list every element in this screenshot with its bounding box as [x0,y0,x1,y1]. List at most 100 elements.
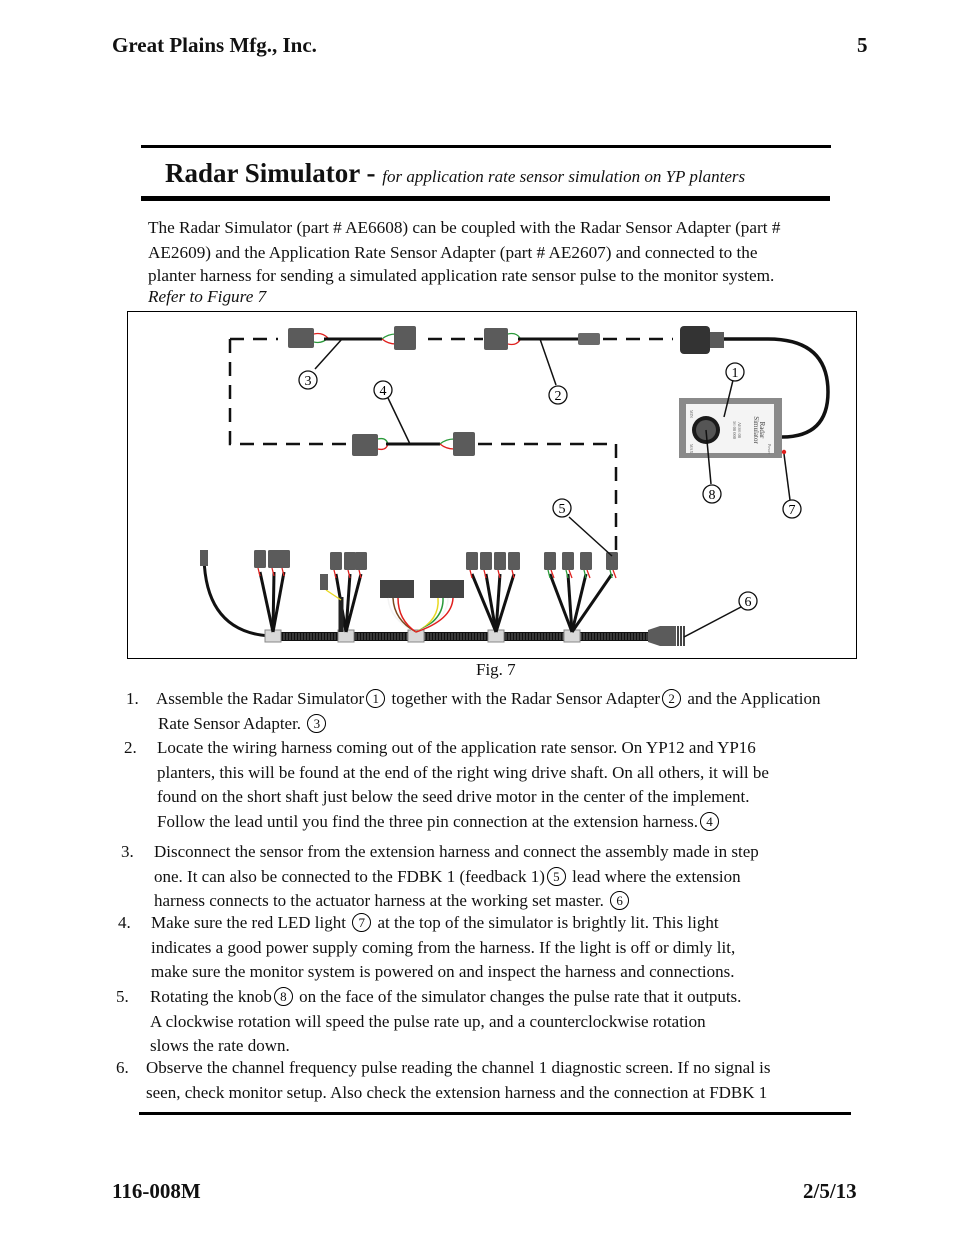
leader-line [539,338,557,386]
block-connector [430,580,464,598]
dashed-line [228,339,348,446]
svg-text:6: 6 [745,595,752,610]
connector [352,434,378,456]
svg-text:7: 7 [789,503,796,518]
section-title-main: Radar Simulator - [165,158,383,188]
step-item: 5. Rotating the knob 8 on the face of the … [116,985,741,1059]
callout-ref-6: 6 [610,891,630,910]
power-label: Power [767,444,772,455]
device-label: Radar [758,422,766,439]
connector [580,552,592,570]
svg-text:5: 5 [559,502,566,517]
step-number: 3. [121,842,134,861]
connector [278,550,290,568]
callout-ref-7: 7 [352,913,372,932]
callout-8: 8 [702,484,722,504]
block-connector [380,580,414,598]
connector [344,552,356,570]
connector [320,574,328,590]
step-text: Rotating the knob 8 on the face of the si… [150,985,741,1059]
step-text: Locate the wiring harness coming out of … [157,736,769,834]
callout-ref-1: 1 [366,689,386,708]
intro-line: AE2609) and the Application Rate Sensor … [148,242,758,262]
connector [494,552,506,570]
title-rule-top [141,145,831,148]
max-label: MAX [689,444,694,453]
connector [544,552,556,570]
loop-cable [202,557,271,638]
step-line: Rate Sensor Adapter. 3 [156,712,820,737]
connector [288,328,314,348]
callout-2: 2 [548,385,568,405]
leader-line [387,397,411,445]
step-line: Observe the channel frequency pulse read… [146,1058,771,1077]
leader-line [568,516,613,557]
application-rate-sensor-adapter [288,326,416,350]
title-rule-bottom [141,196,830,201]
document-number: 116-008M [112,1179,201,1203]
intro-paragraph: The Radar Simulator (part # AE6608) can … [148,216,780,307]
step-text: Assemble the Radar Simulator 1 together w… [156,687,820,736]
harness-trunk [270,632,648,641]
connector-rib [677,626,679,646]
red-led [781,449,787,455]
dashed-connections [228,337,673,550]
step-line: one. It can also be connected to the FDB… [154,866,741,886]
connector [254,550,266,568]
leader-line [683,606,742,638]
callout-5: 5 [552,498,572,518]
step-line: slows the rate down. [150,1036,290,1055]
step-line: Assemble the Radar Simulator 1 together w… [156,689,821,708]
svg-text:3: 3 [305,374,312,389]
figure-7: Simulator Radar AE66 08 56 08 000 MIN MA… [127,311,857,659]
step-line: found on the short shaft just below the … [157,787,750,806]
wire [257,567,261,577]
leader-line [783,453,791,501]
document-date: 2/5/13 [803,1179,857,1203]
wire [392,597,417,633]
branch-wire [258,571,275,633]
intro-line: The Radar Simulator (part # AE6608) can … [148,218,781,237]
connector [453,432,475,456]
leader-line [314,338,343,370]
bottom-rule [139,1112,851,1115]
svg-text:4: 4 [380,384,387,399]
connector-rib [680,626,682,646]
intro-line: planter harness for sending a simulated … [148,266,775,285]
step-line: A clockwise rotation will speed the puls… [150,1011,706,1031]
step-line: Make sure the red LED light 7 at the top… [151,913,719,932]
callout-ref-3: 3 [307,713,327,733]
svg-text:8: 8 [709,488,716,503]
step-number: 4. [118,913,131,932]
svg-text:1: 1 [732,366,739,381]
callout-ref-4: 4 [700,811,720,831]
connector [562,552,574,570]
step-line: planters, this will be found at the end … [157,762,769,782]
step-item: 3. Disconnect the sensor from the extensi… [121,840,759,914]
step-item: 1. Assemble the Radar Simulator 1 together… [126,687,820,736]
wiring-diagram: Simulator Radar AE66 08 56 08 000 MIN MA… [200,326,830,646]
wire [469,569,473,579]
callout-6: 6 [738,591,758,611]
callout-1: 1 [725,362,745,382]
callout-4: 4 [373,380,393,400]
step-line: Disconnect the sensor from the extension… [154,842,759,861]
step-line: indicates a good power supply coming fro… [151,937,736,957]
connector [394,326,416,350]
round-connector [680,326,710,354]
connector [355,552,367,570]
radar-simulator-device: Simulator Radar AE66 08 56 08 000 MIN MA… [679,398,787,458]
section-title: Radar Simulator - for application rate s… [165,158,745,189]
step-line: seen, check monitor setup. Also check th… [146,1082,768,1102]
step-text: Disconnect the sensor from the extension… [154,840,759,914]
connector [508,552,520,570]
connector [466,552,478,570]
step-line: Rotating the knob 8 on the face of the si… [150,987,742,1006]
page-number: 5 [857,33,868,57]
device-part-label: 56 08 000 [732,421,737,440]
callout-ref-2: 2 [662,689,682,708]
connector [578,333,600,345]
wire [586,569,591,579]
refer-figure: Refer to Figure 7 [148,287,267,306]
step-number: 1. [126,689,139,708]
